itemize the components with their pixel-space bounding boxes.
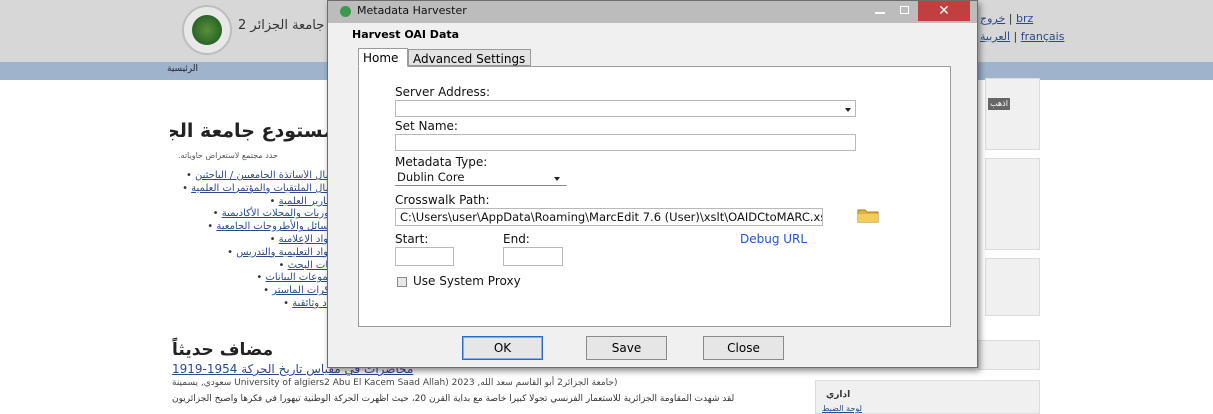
chevron-down-icon[interactable]	[554, 177, 560, 181]
list-item[interactable]: مذكرات الماستر	[170, 285, 340, 298]
list-item[interactable]: الدوريات والمجلات الأكاديمية	[170, 208, 340, 221]
user-link[interactable]: brz	[1016, 12, 1033, 25]
list-item[interactable]: مجموعات البيانات	[170, 272, 340, 285]
recent-item-abstract: لقد شهدت المقاومة الجزائرية للاستعمار ال…	[172, 394, 735, 404]
recent-item-meta: (جامعة الجزائر2 أبو القاسم سعد الله, 202…	[172, 378, 618, 388]
list-item[interactable]: المواد التعليمية والتدريس	[170, 247, 340, 260]
metadata-harvester-dialog: Metadata Harvester ✕ Harvest OAI Data Ho…	[327, 0, 978, 368]
end-label: End:	[503, 232, 530, 246]
set-name-field[interactable]	[395, 134, 856, 151]
go-button[interactable]: اذهب	[988, 98, 1010, 110]
maximize-icon	[900, 6, 909, 14]
top-links: خروج | brz العربية | français	[980, 12, 1065, 43]
search-box	[985, 78, 1040, 150]
community-link[interactable]: الرسائل والأطروحات الجامعية	[216, 221, 340, 232]
sidebar-panel	[985, 258, 1040, 316]
community-list: أعمال الأساتذة الجامعيين / الباحثين أعما…	[170, 170, 340, 311]
list-item[interactable]: المواد الإعلامية	[170, 234, 340, 247]
maximize-button[interactable]	[893, 1, 917, 21]
community-link[interactable]: أعمال الأساتذة الجامعيين / الباحثين	[195, 170, 340, 181]
control-panel-link[interactable]: لوحة الضبط	[822, 404, 862, 413]
list-item[interactable]: أعمال الملتقيات والمؤتمرات العلمية	[170, 183, 340, 196]
admin-label: اداري	[826, 390, 851, 400]
sidebar-panel	[985, 158, 1040, 250]
crosswalk-path-label: Crosswalk Path:	[395, 193, 490, 207]
community-link[interactable]: أعمال الملتقيات والمؤتمرات العلمية	[191, 183, 340, 194]
tab-advanced-settings[interactable]: Advanced Settings	[408, 49, 531, 66]
logo-emblem	[192, 15, 222, 45]
crosswalk-path-field[interactable]: C:\Users\user\AppData\Roaming\MarcEdit 7…	[395, 208, 823, 226]
metadata-type-label: Metadata Type:	[395, 155, 488, 169]
title-bar[interactable]: Metadata Harvester ✕	[328, 1, 977, 23]
dialog-heading: Harvest OAI Data	[352, 28, 460, 41]
tab-home[interactable]: Home	[358, 48, 408, 67]
recent-heading: مضاف حديثاً	[172, 340, 274, 360]
home-tab-panel: Server Address: Set Name: Metadata Type:…	[358, 66, 951, 327]
minimize-icon	[875, 12, 885, 14]
list-item[interactable]: مواد وثائقية	[170, 298, 340, 311]
debug-url-link[interactable]: Debug URL	[740, 232, 807, 246]
nav-home-link[interactable]: الرئيسية	[167, 64, 198, 74]
page-subline: حدد مجتمع لاستعراض حاوياته.	[178, 151, 278, 160]
sidebar-panel	[978, 340, 1040, 370]
close-button[interactable]: Close	[703, 336, 784, 360]
window-title: Metadata Harvester	[357, 4, 467, 17]
university-logo[interactable]	[182, 5, 232, 55]
community-link[interactable]: الدوريات والمجلات الأكاديمية	[222, 208, 340, 219]
select-underline	[395, 185, 567, 186]
list-item[interactable]: التقارير العلمية	[170, 196, 340, 209]
start-label: Start:	[395, 232, 429, 246]
use-system-proxy-label[interactable]: Use System Proxy	[413, 274, 521, 288]
close-window-button[interactable]: ✕	[918, 1, 970, 21]
use-system-proxy-checkbox[interactable]	[397, 277, 407, 287]
server-address-label: Server Address:	[395, 85, 490, 99]
end-date-field[interactable]	[503, 247, 563, 266]
crosswalk-path-value: C:\Users\user\AppData\Roaming\MarcEdit 7…	[400, 210, 823, 224]
site-title[interactable]: جامعة الجزائر 2	[238, 18, 324, 33]
save-button[interactable]: Save	[586, 336, 667, 360]
server-address-combo[interactable]	[395, 100, 856, 117]
lang-fr-link[interactable]: français	[1021, 30, 1065, 43]
list-item[interactable]: بيانات البحث	[170, 260, 340, 273]
app-icon	[340, 6, 351, 17]
metadata-type-value: Dublin Core	[397, 170, 465, 184]
folder-browse-icon[interactable]	[857, 208, 879, 223]
set-name-label: Set Name:	[395, 119, 458, 133]
close-icon: ✕	[938, 3, 950, 19]
ok-button[interactable]: OK	[462, 336, 543, 360]
list-item[interactable]: أعمال الأساتذة الجامعيين / الباحثين	[170, 170, 340, 183]
lang-ar-link[interactable]: العربية	[980, 30, 1010, 43]
logout-link[interactable]: خروج	[980, 12, 1005, 25]
start-date-field[interactable]	[395, 247, 454, 266]
community-link[interactable]: المواد التعليمية والتدريس	[236, 247, 340, 258]
minimize-button[interactable]	[868, 1, 892, 21]
list-item[interactable]: الرسائل والأطروحات الجامعية	[170, 221, 340, 234]
chevron-down-icon[interactable]	[845, 108, 851, 112]
metadata-type-select[interactable]: Dublin Core	[395, 170, 567, 186]
page-heading: مستودع جامعة الجزائر 2 الرقمي	[170, 120, 335, 142]
